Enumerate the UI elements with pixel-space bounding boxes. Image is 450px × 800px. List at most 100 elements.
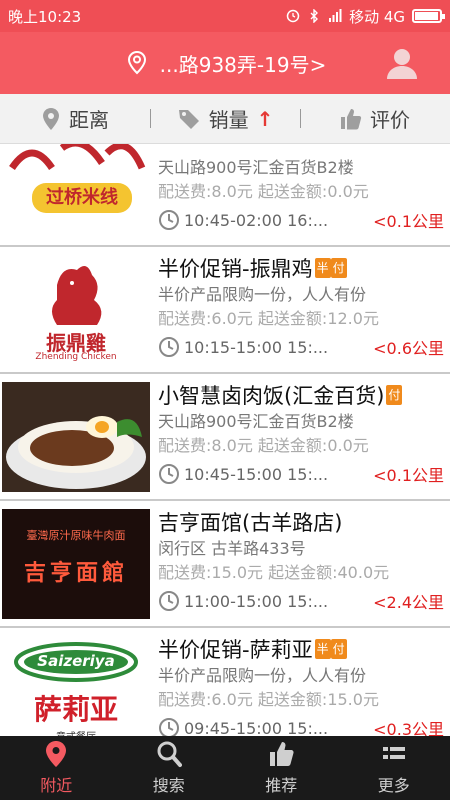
app-header: ...路938弄-19号> bbox=[0, 32, 450, 94]
restaurant-thumbnail-subtext: 萨莉亚 bbox=[33, 693, 118, 726]
restaurant-address: 天山路900号汇金百货B2楼 bbox=[158, 158, 354, 177]
hours-line: 09:45-15:00 15:... <0.3公里 bbox=[158, 712, 444, 736]
hours-line: 11:00-15:00 15:... <2.4公里 bbox=[158, 585, 444, 617]
battery-level bbox=[415, 12, 439, 20]
restaurant-row[interactable]: 臺灣原汁原味牛肉面 吉亨面館 吉亨面馆(古羊路店) 闵行区 古羊路433号 配送… bbox=[0, 501, 450, 628]
sort-label: 评价 bbox=[370, 108, 410, 132]
delivery-fee: 配送费:6.0元 起送金额:15.0元 bbox=[158, 690, 379, 709]
restaurant-thumbnail-text: 过桥米线 bbox=[46, 187, 118, 208]
restaurant-address: 天山路900号汇金百货B2楼 bbox=[158, 412, 354, 431]
half-price-badge: 半 bbox=[314, 258, 331, 278]
restaurant-title: 半价促销-萨莉亚 bbox=[158, 638, 313, 662]
sort-label: 销量 bbox=[208, 108, 249, 132]
tab-label: 推荐 bbox=[265, 776, 298, 795]
restaurant-thumbnail-subtext: 意式餐厅 bbox=[2, 728, 150, 736]
tab-recommend[interactable]: 推荐 bbox=[225, 736, 338, 800]
tab-search[interactable]: 搜索 bbox=[113, 736, 226, 800]
alarm-icon bbox=[286, 9, 300, 23]
restaurant-row[interactable]: 过桥米线 天山路900号汇金百货B2楼 配送费:8.0元 起送金额:0.0元 1… bbox=[0, 144, 450, 247]
hours-line: 10:15-15:00 15:... <0.6公里 bbox=[158, 331, 444, 363]
battery-icon bbox=[412, 9, 445, 23]
tab-more[interactable]: 更多 bbox=[338, 736, 450, 800]
bottom-tab-bar: 附近 搜索 推荐 更多 bbox=[0, 736, 450, 800]
sort-label: 距离 bbox=[69, 108, 109, 132]
signal-icon bbox=[329, 9, 342, 22]
restaurant-thumbnail-text: 吉亨面館 bbox=[23, 561, 128, 586]
braised-pork-rice-image bbox=[6, 416, 146, 489]
online-pay-badge: 付 bbox=[330, 639, 347, 659]
restaurant-info: 半价促销-萨莉亚 半 付 半价产品限购一份，人人有份 配送费:6.0元 起送金额… bbox=[158, 634, 444, 736]
restaurant-thumbnail-text: Saizeriya bbox=[37, 652, 115, 670]
delivery-fee: 配送费:6.0元 起送金额:12.0元 bbox=[158, 309, 379, 328]
sort-by-sales[interactable]: 销量 ↑ bbox=[150, 104, 300, 133]
restaurant-row[interactable]: 振鼎雞 Zhending Chicken 半价促销-振鼎鸡 半 付 半价产品限购… bbox=[0, 247, 450, 374]
restaurant-info: 吉亨面馆(古羊路店) 闵行区 古羊路433号 配送费:15.0元 起送金额:40… bbox=[158, 507, 444, 617]
tab-label: 搜索 bbox=[152, 776, 185, 795]
half-price-badge: 半 bbox=[314, 639, 331, 659]
hours-line: 10:45-02:00 16:... <0.1公里 bbox=[158, 204, 444, 236]
distance: <0.1公里 bbox=[373, 466, 444, 485]
status-icons: 移动 4G bbox=[286, 6, 445, 27]
opening-hours: 10:45-15:00 15:... bbox=[184, 464, 329, 484]
restaurant-promo: 半价产品限购一份，人人有份 bbox=[158, 285, 367, 304]
sort-bar: 距离 销量 ↑ 评价 bbox=[0, 94, 450, 144]
sort-by-distance[interactable]: 距离 bbox=[0, 104, 150, 133]
restaurant-info: 天山路900号汇金百货B2楼 配送费:8.0元 起送金额:0.0元 10:45-… bbox=[158, 144, 444, 236]
restaurant-list[interactable]: 过桥米线 天山路900号汇金百货B2楼 配送费:8.0元 起送金额:0.0元 1… bbox=[0, 144, 450, 736]
restaurant-address: 闵行区 古羊路433号 bbox=[158, 539, 306, 558]
restaurant-title: 吉亨面馆(古羊路店) bbox=[158, 511, 343, 535]
opening-hours: 11:00-15:00 15:... bbox=[184, 591, 329, 611]
restaurant-thumbnail: Saizeriya 萨莉亚 意式餐厅 bbox=[2, 636, 150, 736]
status-bar: 晚上10:23 移动 4G bbox=[0, 0, 450, 32]
opening-hours: 10:45-02:00 16:... bbox=[184, 210, 329, 230]
restaurant-title-line bbox=[158, 144, 444, 156]
restaurant-title-line: 吉亨面馆(古羊路店) bbox=[158, 507, 444, 537]
status-time: 晚上10:23 bbox=[8, 7, 82, 26]
clock-icon bbox=[159, 718, 179, 736]
delivery-fee: 配送费:8.0元 起送金额:0.0元 bbox=[158, 436, 369, 455]
tag-icon bbox=[178, 109, 199, 129]
location-selector[interactable]: ...路938弄-19号> bbox=[124, 49, 327, 78]
tab-label: 更多 bbox=[377, 776, 410, 795]
online-pay-badge: 付 bbox=[386, 385, 403, 405]
carrier-label: 移动 4G bbox=[349, 7, 405, 26]
restaurant-title-line: 小智慧卤肉饭(汇金百货) 付 bbox=[158, 380, 444, 410]
restaurant-info: 小智慧卤肉饭(汇金百货) 付 天山路900号汇金百货B2楼 配送费:8.0元 起… bbox=[158, 380, 444, 490]
bluetooth-icon bbox=[310, 9, 319, 23]
restaurant-row[interactable]: Saizeriya 萨莉亚 意式餐厅 半价促销-萨莉亚 半 付 半价产品限购一份… bbox=[0, 628, 450, 736]
restaurant-title: 小智慧卤肉饭(汇金百货) bbox=[158, 384, 385, 408]
restaurant-title: 半价促销-振鼎鸡 bbox=[158, 257, 313, 281]
search-icon bbox=[157, 741, 182, 767]
clock-icon bbox=[159, 210, 179, 230]
distance: <0.6公里 bbox=[373, 339, 444, 358]
restaurant-thumbnail-subtext: Zhending Chicken bbox=[35, 352, 117, 362]
clock-icon bbox=[159, 337, 179, 357]
sort-arrow-up-icon: ↑ bbox=[256, 106, 274, 131]
thumbs-up-icon bbox=[341, 108, 362, 129]
distance: <0.3公里 bbox=[373, 720, 444, 736]
sort-by-rating[interactable]: 评价 bbox=[300, 104, 450, 133]
thumbs-up-icon bbox=[270, 742, 294, 766]
distance: <0.1公里 bbox=[373, 212, 444, 231]
location-pin-icon bbox=[46, 741, 67, 767]
location-text: ...路938弄-19号> bbox=[159, 52, 327, 77]
user-avatar-icon[interactable] bbox=[384, 45, 420, 81]
delivery-fee: 配送费:8.0元 起送金额:0.0元 bbox=[158, 182, 369, 201]
more-icon bbox=[382, 747, 405, 759]
tab-label: 附近 bbox=[40, 776, 73, 795]
restaurant-thumbnail bbox=[2, 382, 150, 492]
location-pin-icon bbox=[127, 50, 146, 75]
restaurant-thumbnail: 臺灣原汁原味牛肉面 吉亨面館 bbox=[2, 509, 150, 619]
restaurant-row[interactable]: 小智慧卤肉饭(汇金百货) 付 天山路900号汇金百货B2楼 配送费:8.0元 起… bbox=[0, 374, 450, 501]
restaurant-title-line: 半价促销-萨莉亚 半 付 bbox=[158, 634, 444, 664]
opening-hours: 09:45-15:00 15:... bbox=[184, 718, 329, 737]
location-pin-icon bbox=[43, 107, 59, 130]
tab-nearby[interactable]: 附近 bbox=[0, 736, 113, 800]
restaurant-thumbnail: 过桥米线 bbox=[2, 144, 150, 238]
restaurant-info: 半价促销-振鼎鸡 半 付 半价产品限购一份，人人有份 配送费:6.0元 起送金额… bbox=[158, 253, 444, 363]
opening-hours: 10:15-15:00 15:... bbox=[184, 337, 329, 357]
restaurant-promo: 半价产品限购一份，人人有份 bbox=[158, 666, 367, 685]
delivery-fee: 配送费:15.0元 起送金额:40.0元 bbox=[158, 563, 390, 582]
online-pay-badge: 付 bbox=[330, 258, 347, 278]
hours-line: 10:45-15:00 15:... <0.1公里 bbox=[158, 458, 444, 490]
